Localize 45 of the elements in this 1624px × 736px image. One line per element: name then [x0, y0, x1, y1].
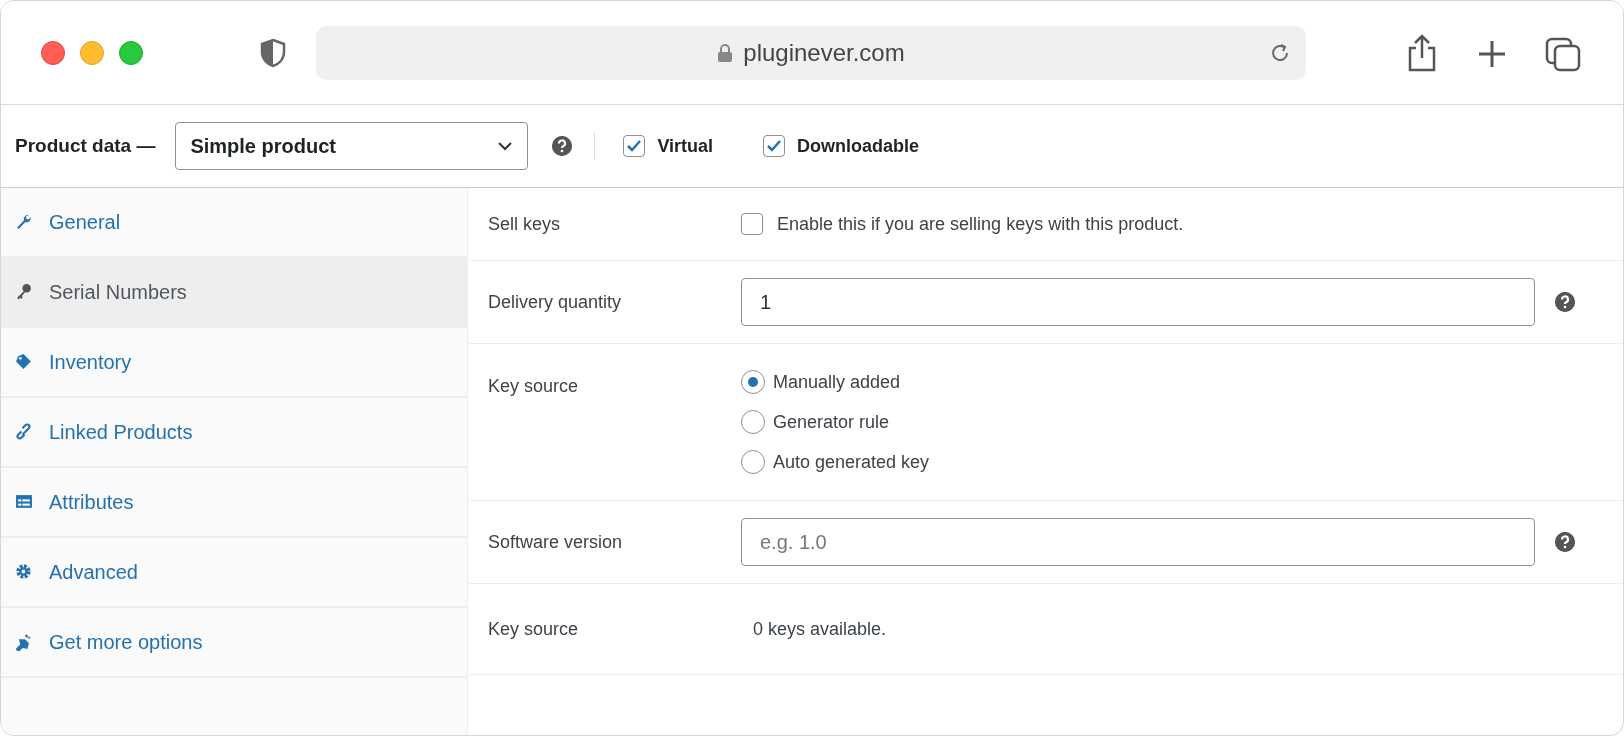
url-text: pluginever.com: [743, 38, 905, 67]
option-label: Downloadable: [797, 135, 920, 157]
sidebar-tab[interactable]: Attributes: [1, 468, 467, 538]
tag-icon: [15, 353, 33, 371]
field-label: Key source: [488, 618, 580, 640]
plug-icon: [15, 633, 33, 651]
keys-available-text: 0 keys available.: [753, 618, 887, 640]
field-label: Key source: [488, 375, 580, 397]
checkbox-label: Enable this if you are selling keys with this product.: [777, 213, 1184, 235]
radio-label: Manually added: [773, 371, 901, 393]
close-window-button[interactable]: [41, 40, 65, 65]
input-field[interactable]: 1: [741, 278, 1535, 326]
sidebar-tab[interactable]: Inventory: [1, 328, 467, 398]
key-icon: [15, 283, 33, 301]
lock-icon: [717, 42, 734, 63]
chevron-down-icon: [497, 141, 514, 151]
sidebar-tab[interactable]: Linked Products: [1, 398, 467, 468]
sidebar-tab[interactable]: Get more options: [1, 608, 467, 678]
gear-icon: [15, 563, 33, 581]
link-icon: [15, 423, 33, 441]
help-icon[interactable]: [1555, 532, 1575, 552]
option-label: Virtual: [657, 135, 714, 157]
checkbox[interactable]: [623, 135, 646, 157]
checkbox[interactable]: [741, 213, 763, 235]
input-field[interactable]: e.g. 1.0: [741, 518, 1535, 566]
table-icon: [15, 493, 33, 511]
product-data-label: Product data —: [15, 135, 156, 157]
radio-label: Generator rule: [773, 411, 890, 433]
wrench-icon: [15, 213, 33, 231]
maximize-window-button[interactable]: [119, 40, 143, 65]
product-type-select[interactable]: Simple product: [175, 122, 529, 170]
help-icon[interactable]: [1555, 292, 1575, 312]
field-label: Delivery quantity: [488, 291, 623, 313]
sidebar-tab[interactable]: Serial Numbers: [1, 258, 467, 328]
radio-label: Auto generated key: [773, 451, 930, 473]
sidebar-tab[interactable]: Advanced: [1, 538, 467, 608]
field-label: Sell keys: [488, 213, 562, 235]
shield-icon[interactable]: [258, 37, 288, 68]
radio-button[interactable]: [741, 450, 765, 474]
checkbox[interactable]: [763, 135, 786, 157]
radio-button[interactable]: [741, 370, 765, 394]
help-icon[interactable]: [552, 136, 573, 156]
radio-button[interactable]: [741, 410, 765, 434]
address-bar[interactable]: pluginever.com: [316, 25, 1306, 80]
field-label: Software version: [488, 531, 624, 553]
